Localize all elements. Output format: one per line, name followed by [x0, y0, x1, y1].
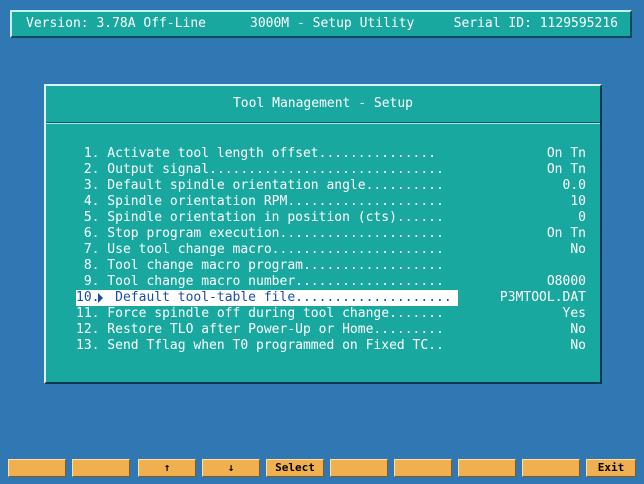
setup-screen: Version: 3.78A Off-Line 3000M - Setup Ut…: [0, 0, 644, 484]
setting-item[interactable]: 7. Use tool change macro................…: [76, 242, 586, 258]
setting-label: 4. Spindle orientation RPM..............…: [76, 194, 444, 209]
selection-arrow-icon: [98, 293, 103, 303]
function-key-f1[interactable]: [8, 459, 66, 477]
setting-value: No: [570, 338, 586, 353]
setting-label: 9. Tool change macro number.............…: [76, 274, 444, 289]
setting-label: 13. Send Tflag when T0 programmed on Fix…: [76, 338, 444, 353]
setting-label: 3. Default spindle orientation angle....…: [76, 178, 444, 193]
settings-list: 1. Activate tool length offset..........…: [76, 146, 586, 354]
setting-label: 11. Force spindle off during tool change…: [76, 306, 444, 321]
function-key-f6[interactable]: [330, 459, 388, 477]
setting-item[interactable]: 4. Spindle orientation RPM..............…: [76, 194, 586, 210]
setting-item[interactable]: 12. Restore TLO after Power-Up or Home..…: [76, 322, 586, 338]
panel-divider-highlight: [46, 123, 600, 124]
setting-value: 0.0: [562, 178, 586, 193]
setting-item[interactable]: 9. Tool change macro number.............…: [76, 274, 586, 290]
setting-item[interactable]: 2. Output signal........................…: [76, 162, 586, 178]
setting-label: 1. Activate tool length offset..........…: [76, 146, 437, 161]
setting-label: 10. Default tool-table file.............…: [76, 290, 458, 306]
app-title: 3000M - Setup Utility: [250, 16, 415, 31]
function-key-f7[interactable]: [394, 459, 452, 477]
setting-item[interactable]: 1. Activate tool length offset..........…: [76, 146, 586, 162]
setting-item[interactable]: 5. Spindle orientation in position (cts)…: [76, 210, 586, 226]
setting-value: O8000: [546, 274, 586, 289]
setting-value: P3MTOOL.DAT: [499, 290, 586, 305]
title-bar: Version: 3.78A Off-Line 3000M - Setup Ut…: [10, 10, 632, 38]
setting-value: On Tn: [546, 162, 586, 177]
setting-label: 8. Tool change macro program............…: [76, 258, 444, 273]
setting-item[interactable]: 6. Stop program execution...............…: [76, 226, 586, 242]
panel-title: Tool Management - Setup: [232, 96, 413, 111]
setting-value: On Tn: [546, 226, 586, 241]
setting-label: 7. Use tool change macro................…: [76, 242, 444, 257]
setting-item[interactable]: 3. Default spindle orientation angle....…: [76, 178, 586, 194]
setting-value: 0: [578, 210, 586, 225]
version-label: Version: 3.78A Off-Line: [26, 16, 207, 31]
setting-value: 10: [570, 194, 586, 209]
setting-value: No: [570, 242, 586, 257]
arrow-up-key[interactable]: ↑: [138, 459, 196, 477]
serial-id-label: Serial ID: 1129595216: [453, 16, 618, 31]
tool-management-panel: Tool Management - Setup 1. Activate tool…: [44, 84, 602, 384]
setting-label: 12. Restore TLO after Power-Up or Home..…: [76, 322, 444, 337]
function-key-f9[interactable]: [522, 459, 580, 477]
arrow-down-key[interactable]: ↓: [202, 459, 260, 477]
function-key-bar: ↑ ↓ Select Exit: [8, 459, 636, 477]
setting-value: On Tn: [546, 146, 586, 161]
function-key-f2[interactable]: [72, 459, 130, 477]
function-key-f8[interactable]: [458, 459, 516, 477]
setting-item[interactable]: 8. Tool change macro program............…: [76, 258, 586, 274]
setting-item-selected[interactable]: 10. Default tool-table file.............…: [76, 290, 586, 306]
setting-label: 2. Output signal........................…: [76, 162, 444, 177]
setting-value: No: [570, 322, 586, 337]
setting-label: 5. Spindle orientation in position (cts)…: [76, 210, 444, 225]
setting-item[interactable]: 11. Force spindle off during tool change…: [76, 306, 586, 322]
setting-label: 6. Stop program execution...............…: [76, 226, 444, 241]
setting-item[interactable]: 13. Send Tflag when T0 programmed on Fix…: [76, 338, 586, 354]
select-key[interactable]: Select: [266, 459, 324, 477]
exit-key[interactable]: Exit: [586, 459, 636, 477]
setting-value: Yes: [562, 306, 586, 321]
